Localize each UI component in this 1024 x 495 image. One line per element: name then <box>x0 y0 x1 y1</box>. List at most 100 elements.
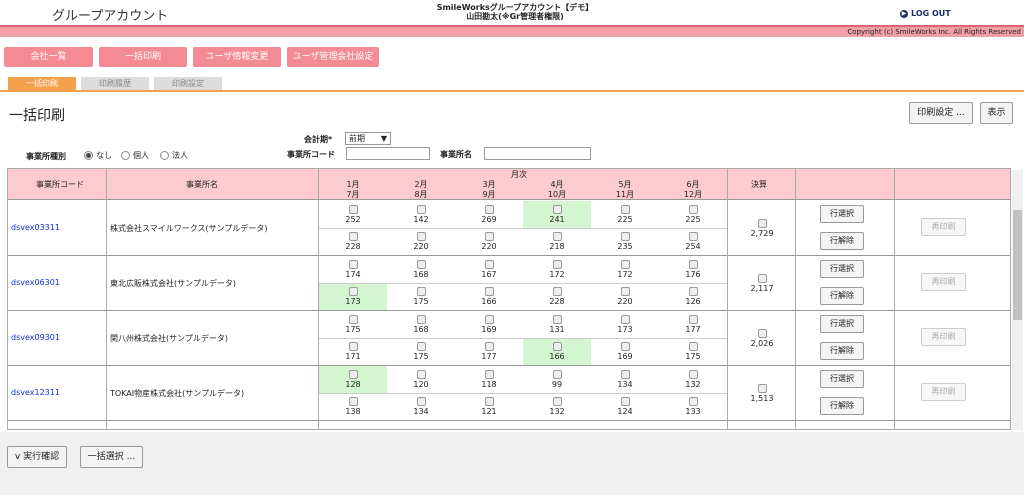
month-checkbox[interactable] <box>620 260 630 269</box>
tab-bulk-print[interactable]: 一括印刷 <box>8 77 76 90</box>
nav-user-company-settings-button[interactable]: ユーザ管理会社設定 <box>287 47 379 67</box>
office-code-input[interactable] <box>346 147 430 160</box>
office-name: 関八州株式会社(サンプルデータ) <box>110 334 229 343</box>
page-title: 一括印刷 <box>9 108 65 124</box>
app-title: グループアカウント <box>52 9 169 24</box>
month-checkbox[interactable] <box>484 260 494 269</box>
month-checkbox[interactable] <box>348 232 358 241</box>
row-clear-button[interactable]: 行解除 <box>820 287 864 305</box>
reprint-button[interactable]: 再印刷 <box>921 328 966 346</box>
nav-company-list-button[interactable]: 会社一覧 <box>4 47 93 67</box>
month-checkbox[interactable] <box>416 260 426 269</box>
row-clear-button[interactable]: 行解除 <box>820 397 864 415</box>
month-checkbox[interactable] <box>416 397 426 406</box>
month-checkbox[interactable] <box>688 260 698 269</box>
month-checkbox[interactable] <box>484 205 494 214</box>
month-checkbox[interactable] <box>688 315 698 324</box>
row-select-button[interactable]: 行選択 <box>820 315 864 333</box>
office-code-link[interactable]: dsvex03311 <box>11 223 60 232</box>
settlement-checkbox[interactable] <box>757 219 767 228</box>
radio-corporate[interactable]: 法人 <box>160 150 188 161</box>
month-checkbox[interactable] <box>688 342 698 351</box>
month-checkbox[interactable] <box>620 205 630 214</box>
month-checkbox[interactable] <box>416 315 426 324</box>
month-checkbox[interactable] <box>416 370 426 379</box>
month-checkbox[interactable] <box>552 232 562 241</box>
reprint-button[interactable]: 再印刷 <box>921 273 966 291</box>
row-clear-button[interactable]: 行解除 <box>820 342 864 360</box>
month-checkbox[interactable] <box>620 315 630 324</box>
month-count: 228 <box>549 297 565 306</box>
month-count: 177 <box>685 325 701 334</box>
office-code-link[interactable]: dsvex12311 <box>11 388 60 397</box>
row-divider <box>319 228 727 229</box>
month-checkbox[interactable] <box>552 315 562 324</box>
settlement-checkbox[interactable] <box>757 384 767 393</box>
month-checkbox[interactable] <box>416 205 426 214</box>
month-checkbox[interactable] <box>348 205 358 214</box>
month-checkbox[interactable] <box>688 232 698 241</box>
office-code-link[interactable]: dsvex06301 <box>11 278 60 287</box>
month-checkbox[interactable] <box>552 342 562 351</box>
month-checkbox[interactable] <box>620 287 630 296</box>
office-code-link[interactable]: dsvex09301 <box>11 333 60 342</box>
month-checkbox[interactable] <box>552 370 562 379</box>
month-checkbox[interactable] <box>484 342 494 351</box>
print-table: 事業所コード 事業所名 月次 決算 1月 7月 2月 8月 3月 9月 4月 10月 5月 11月… <box>7 168 1011 430</box>
office-name-input[interactable] <box>484 147 591 160</box>
nav-bulk-print-button[interactable]: 一括印刷 <box>99 47 187 67</box>
month-checkbox[interactable] <box>348 397 358 406</box>
month-checkbox[interactable] <box>416 342 426 351</box>
month-checkbox[interactable] <box>552 397 562 406</box>
execute-confirm-button[interactable]: v 実行確認 <box>7 446 67 468</box>
row-select-button[interactable]: 行選択 <box>820 370 864 388</box>
display-button[interactable]: 表示 <box>980 102 1013 124</box>
month-checkbox[interactable] <box>552 260 562 269</box>
reprint-button[interactable]: 再印刷 <box>921 218 966 236</box>
nav-user-info-button[interactable]: ユーザ情報変更 <box>193 47 281 67</box>
month-count: 177 <box>481 352 497 361</box>
settlement-checkbox[interactable] <box>757 329 767 338</box>
tab-print-settings[interactable]: 印刷設定 <box>154 77 222 90</box>
bulk-select-button[interactable]: 一括選択 ... <box>80 446 143 468</box>
month-checkbox[interactable] <box>416 287 426 296</box>
fiscal-select[interactable]: 前期 ▼ <box>345 132 391 145</box>
month-checkbox[interactable] <box>688 397 698 406</box>
month-checkbox[interactable] <box>688 370 698 379</box>
scrollbar-thumb[interactable] <box>1013 210 1022 320</box>
month-checkbox[interactable] <box>484 397 494 406</box>
month-count: 269 <box>481 215 497 224</box>
radio-none[interactable]: なし <box>84 150 112 161</box>
month-checkbox[interactable] <box>484 232 494 241</box>
row-divider <box>319 338 727 339</box>
month-checkbox[interactable] <box>484 370 494 379</box>
logout-link[interactable]: ▶ LOG OUT <box>900 9 951 18</box>
month-checkbox[interactable] <box>688 205 698 214</box>
settlement-checkbox[interactable] <box>757 274 767 283</box>
tab-print-history[interactable]: 印刷履歴 <box>81 77 149 90</box>
month-checkbox[interactable] <box>348 315 358 324</box>
month-checkbox[interactable] <box>688 287 698 296</box>
month-checkbox[interactable] <box>348 287 358 296</box>
month-checkbox[interactable] <box>620 232 630 241</box>
month-checkbox[interactable] <box>620 370 630 379</box>
month-checkbox[interactable] <box>552 205 562 214</box>
row-clear-button[interactable]: 行解除 <box>820 232 864 250</box>
office-name: 株式会社スマイルワークス(サンプルデータ) <box>110 224 268 233</box>
row-select-button[interactable]: 行選択 <box>820 260 864 278</box>
month-checkbox[interactable] <box>552 287 562 296</box>
reprint-button[interactable]: 再印刷 <box>921 383 966 401</box>
month-checkbox[interactable] <box>484 315 494 324</box>
month-checkbox[interactable] <box>348 342 358 351</box>
month-checkbox[interactable] <box>620 397 630 406</box>
month-checkbox[interactable] <box>620 342 630 351</box>
month-count: 220 <box>481 242 497 251</box>
print-settings-button[interactable]: 印刷設定 ... <box>909 102 973 124</box>
radio-individual[interactable]: 個人 <box>121 150 149 161</box>
month-checkbox[interactable] <box>416 232 426 241</box>
month-checkbox[interactable] <box>484 287 494 296</box>
month-checkbox[interactable] <box>348 370 358 379</box>
month-checkbox[interactable] <box>348 260 358 269</box>
row-select-button[interactable]: 行選択 <box>820 205 864 223</box>
table-scrollbar[interactable] <box>1012 170 1023 430</box>
